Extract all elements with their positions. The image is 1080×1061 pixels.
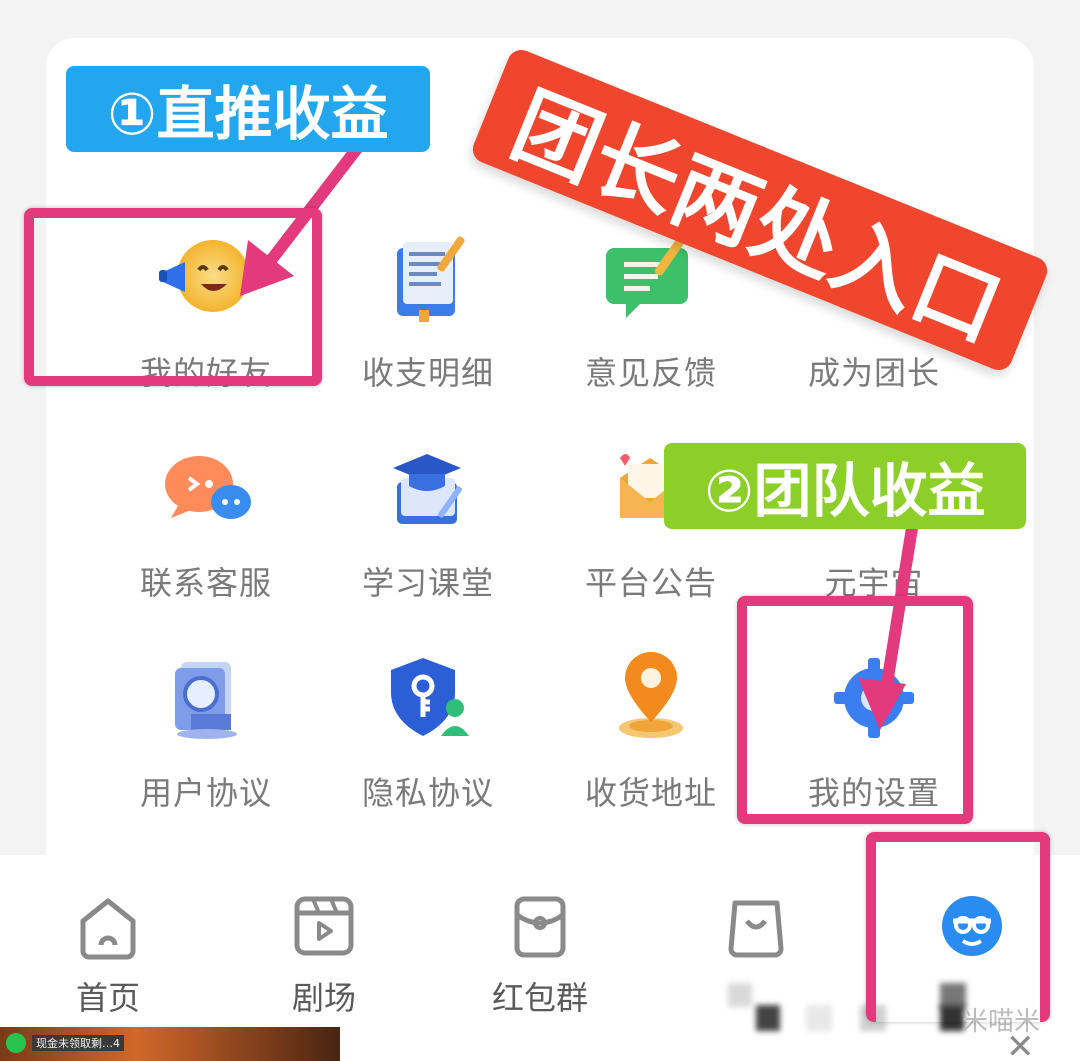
nav-tab-red-envelope-group[interactable]: 红包群 — [465, 891, 615, 1019]
menu-item-label: 平台公告 — [584, 564, 717, 602]
theater-play-icon — [294, 896, 354, 956]
menu-item-user-agreement[interactable]: 用户协议 — [96, 630, 316, 830]
chat-bubbles-icon — [165, 456, 251, 519]
menu-item-label: 用户协议 — [139, 774, 272, 812]
blurred-label — [728, 983, 752, 1007]
menu-item-label: 意见反馈 — [584, 354, 717, 392]
ad-banner[interactable]: 现金未领取剩…4 — [0, 1027, 340, 1061]
blurred-label — [756, 1005, 780, 1031]
menu-item-privacy-agreement[interactable]: 隐私协议 — [318, 630, 538, 830]
menu-item-learning-class[interactable]: 学习课堂 — [318, 420, 538, 620]
menu-item-label: 收货地址 — [584, 774, 717, 812]
highlight-box-my-friends — [24, 208, 322, 386]
home-icon — [80, 898, 136, 960]
close-icon[interactable]: ✕ — [1006, 1030, 1035, 1061]
nav-tab-label: 首页 — [75, 979, 140, 1017]
nav-tab-label: 红包群 — [491, 979, 588, 1017]
shopping-bag-icon — [728, 900, 784, 958]
location-pin-icon — [619, 652, 683, 738]
blurred-label — [806, 1005, 832, 1031]
graduation-notebook-icon — [393, 454, 462, 524]
menu-item-label: 隐私协议 — [361, 774, 494, 812]
annotation-tag-direct-income: ①直推收益 — [66, 66, 430, 152]
menu-item-label: 联系客服 — [139, 564, 272, 602]
highlight-box-my-settings — [737, 596, 973, 824]
red-envelope-icon — [514, 896, 566, 958]
ledger-book-icon — [397, 236, 465, 322]
menu-item-label: 学习课堂 — [361, 564, 494, 602]
highlight-box-mine-tab — [866, 832, 1050, 1022]
annotation-tag-team-income: ②团队收益 — [664, 443, 1026, 529]
nav-tab-home[interactable]: 首页 — [33, 891, 183, 1019]
menu-item-income-details[interactable]: 收支明细 — [318, 210, 538, 410]
privacy-shield-key-icon — [391, 658, 469, 736]
nav-tab-theater[interactable]: 剧场 — [249, 891, 399, 1019]
menu-item-customer-service[interactable]: 联系客服 — [96, 420, 316, 620]
nav-tab-shop[interactable] — [681, 891, 831, 961]
menu-item-label: 成为团长 — [807, 354, 940, 392]
nav-tab-label: 剧场 — [291, 979, 356, 1017]
ad-snippet: 现金未领取剩…4 — [32, 1035, 124, 1051]
menu-item-label: 收支明细 — [361, 354, 494, 392]
menu-item-shipping-address[interactable]: 收货地址 — [541, 630, 761, 830]
ad-app-icon — [6, 1033, 26, 1053]
user-agreement-icon — [175, 662, 237, 739]
